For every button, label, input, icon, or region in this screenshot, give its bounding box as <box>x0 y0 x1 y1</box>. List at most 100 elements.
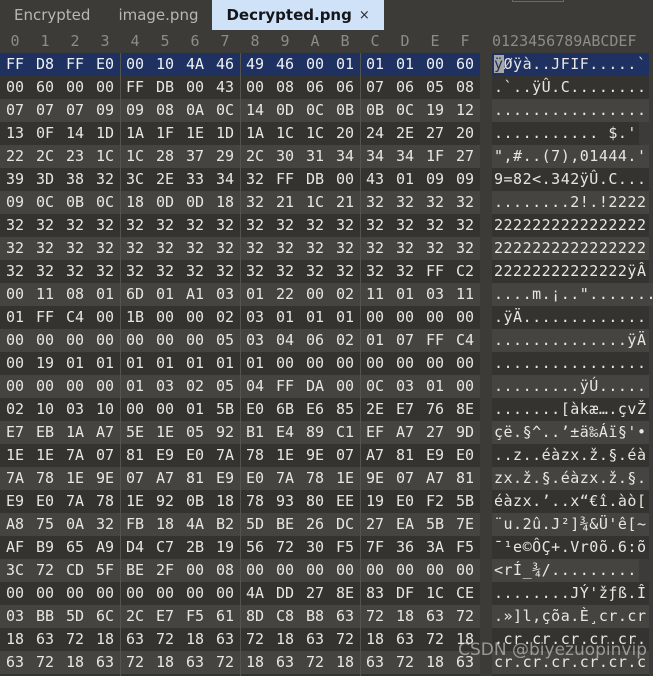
hex-byte[interactable]: 1E <box>30 444 60 467</box>
hex-byte[interactable]: 07 <box>330 444 360 467</box>
hex-byte[interactable]: 1D <box>210 122 240 145</box>
hex-byte[interactable]: 11 <box>30 283 60 306</box>
hex-byte[interactable]: 32 <box>240 168 270 191</box>
hex-byte[interactable]: 01 <box>330 306 360 329</box>
hex-byte[interactable]: EE <box>330 490 360 513</box>
hex-byte[interactable]: 6C <box>90 605 120 628</box>
hex-byte[interactable]: 18 <box>180 628 210 651</box>
hex-byte[interactable]: 63 <box>180 651 210 674</box>
hex-byte[interactable]: 72 <box>300 651 330 674</box>
hex-byte[interactable]: 32 <box>150 214 180 237</box>
hex-byte[interactable]: 00 <box>300 53 330 76</box>
hex-byte[interactable]: 72 <box>330 628 360 651</box>
hex-byte-group[interactable]: 39 3D 38 32 3C 2E 33 34 32 FF DB 00 43 01 09 09 <box>0 168 480 191</box>
hex-byte[interactable]: 32 <box>90 168 120 191</box>
hex-byte[interactable]: E0 <box>180 444 210 467</box>
hex-byte[interactable]: 00 <box>330 168 360 191</box>
hex-byte[interactable]: FF <box>60 53 90 76</box>
hex-byte[interactable]: 1C <box>90 145 120 168</box>
hex-row[interactable]: 32 32 32 32 32 32 32 32 32 32 32 32 32 32 32 32 22222222… <box>0 237 653 260</box>
hex-byte[interactable]: 7A <box>210 444 240 467</box>
hex-byte[interactable]: 00 <box>150 329 180 352</box>
hex-byte[interactable]: 01 <box>330 53 360 76</box>
hex-byte[interactable]: 00 <box>30 329 60 352</box>
ascii-cell[interactable]: 2222222222222222 <box>492 214 649 237</box>
hex-byte[interactable]: 00 <box>180 329 210 352</box>
tab-encrypted[interactable]: Encrypted <box>0 0 104 30</box>
hex-byte[interactable]: 00 <box>240 559 270 582</box>
hex-byte[interactable]: 11 <box>450 283 480 306</box>
ascii-cell[interactable]: ........JÝ'žƒß.Î <box>492 582 649 605</box>
hex-byte[interactable]: 1A <box>240 122 270 145</box>
hex-byte[interactable]: 20 <box>450 122 480 145</box>
hex-byte-group[interactable]: 22 2C 23 1C 1C 28 37 29 2C 30 31 34 34 34 1F 27 <box>0 145 480 168</box>
hex-byte[interactable]: 01 <box>390 283 420 306</box>
hex-byte[interactable]: 00 <box>450 306 480 329</box>
hex-byte[interactable]: 0C <box>30 191 60 214</box>
hex-byte[interactable]: 7E <box>450 513 480 536</box>
hex-byte[interactable]: 00 <box>330 375 360 398</box>
hex-byte[interactable]: 32 <box>240 260 270 283</box>
hex-byte-group[interactable]: 32 32 32 32 32 32 32 32 32 32 32 32 32 32 32 32 <box>0 214 480 237</box>
hex-byte-group[interactable]: E9 E0 7A 78 1E 92 0B 18 78 93 80 EE 19 E0 F2 5B <box>0 490 480 513</box>
hex-byte[interactable]: 37 <box>180 145 210 168</box>
hex-byte[interactable]: 0D <box>180 191 210 214</box>
hex-byte[interactable]: 39 <box>0 168 30 191</box>
hex-byte[interactable]: 00 <box>90 76 120 99</box>
hex-byte[interactable]: 18 <box>150 513 180 536</box>
hex-byte[interactable]: A7 <box>420 467 450 490</box>
hex-byte-group[interactable]: AF B9 65 A9 D4 C7 2B 19 56 72 30 F5 7F 36 3A F5 <box>0 536 480 559</box>
hex-byte[interactable]: 32 <box>240 237 270 260</box>
hex-byte[interactable]: 46 <box>210 53 240 76</box>
hex-byte[interactable]: 32 <box>420 237 450 260</box>
hex-byte[interactable]: 18 <box>360 628 390 651</box>
hex-byte-group[interactable]: 00 00 00 00 01 03 02 05 04 FF DA 00 0C 03 01 00 <box>0 375 480 398</box>
hex-byte[interactable]: 01 <box>60 352 90 375</box>
ascii-cell[interactable]: 2222222222222222 <box>492 237 649 260</box>
hex-byte[interactable]: A1 <box>180 283 210 306</box>
hex-byte[interactable]: 00 <box>120 582 150 605</box>
hex-byte[interactable]: 19 <box>420 99 450 122</box>
hex-byte[interactable]: 32 <box>120 214 150 237</box>
hex-byte[interactable]: 22 <box>0 145 30 168</box>
hex-byte[interactable]: 32 <box>270 237 300 260</box>
hex-byte[interactable]: CE <box>450 582 480 605</box>
hex-byte-group[interactable]: 00 60 00 00 FF DB 00 43 00 08 06 06 07 06 05 08 <box>0 76 480 99</box>
hex-byte[interactable]: 00 <box>390 559 420 582</box>
hex-byte[interactable]: D8 <box>30 53 60 76</box>
hex-byte[interactable]: 1E <box>60 467 90 490</box>
hex-byte[interactable]: 03 <box>150 375 180 398</box>
hex-byte[interactable]: FF <box>420 329 450 352</box>
hex-byte[interactable]: DB <box>150 76 180 99</box>
hex-byte[interactable]: 18 <box>90 628 120 651</box>
hex-byte-group[interactable]: 1E 1E 7A 07 81 E9 E0 7A 78 1E 9E 07 A7 81 E9 E0 <box>0 444 480 467</box>
hex-byte[interactable]: 72 <box>150 628 180 651</box>
hex-byte[interactable]: 03 <box>60 398 90 421</box>
hex-row[interactable]: FF D8 FF E0 00 10 4A 46 49 46 00 01 01 01 00 60 ÿØÿà..JF… <box>0 53 653 76</box>
hex-byte[interactable]: 32 <box>240 214 270 237</box>
hex-byte[interactable]: 65 <box>60 536 90 559</box>
hex-byte[interactable]: 63 <box>420 605 450 628</box>
hex-byte[interactable]: 63 <box>90 651 120 674</box>
hex-byte[interactable]: 1B <box>120 306 150 329</box>
hex-byte-group[interactable]: FF D8 FF E0 00 10 4A 46 49 46 00 01 01 01 00 60 <box>0 53 480 76</box>
close-icon[interactable]: × <box>359 8 370 23</box>
hex-byte[interactable]: 05 <box>420 76 450 99</box>
hex-byte[interactable]: BE <box>270 513 300 536</box>
hex-byte[interactable]: 89 <box>300 421 330 444</box>
hex-row[interactable]: AF B9 65 A9 D4 C7 2B 19 56 72 30 F5 7F 36 3A F5 ¯¹e©ÔÇ+.… <box>0 536 653 559</box>
hex-byte[interactable]: 00 <box>120 329 150 352</box>
hex-byte[interactable]: 5D <box>60 605 90 628</box>
hex-byte[interactable]: 04 <box>270 329 300 352</box>
hex-byte[interactable]: 32 <box>270 260 300 283</box>
hex-byte[interactable]: 72 <box>120 651 150 674</box>
hex-byte[interactable]: 5D <box>240 513 270 536</box>
hex-byte[interactable]: 01 <box>240 352 270 375</box>
hex-byte[interactable]: 92 <box>210 421 240 444</box>
hex-byte[interactable]: 00 <box>390 352 420 375</box>
hex-byte[interactable]: 34 <box>390 145 420 168</box>
hex-byte[interactable]: 19 <box>30 352 60 375</box>
hex-byte[interactable]: 0D <box>270 99 300 122</box>
hex-byte[interactable]: 00 <box>180 582 210 605</box>
hex-byte-group[interactable]: 07 07 07 09 09 08 0A 0C 14 0D 0C 0B 0B 0C 19 12 <box>0 99 480 122</box>
